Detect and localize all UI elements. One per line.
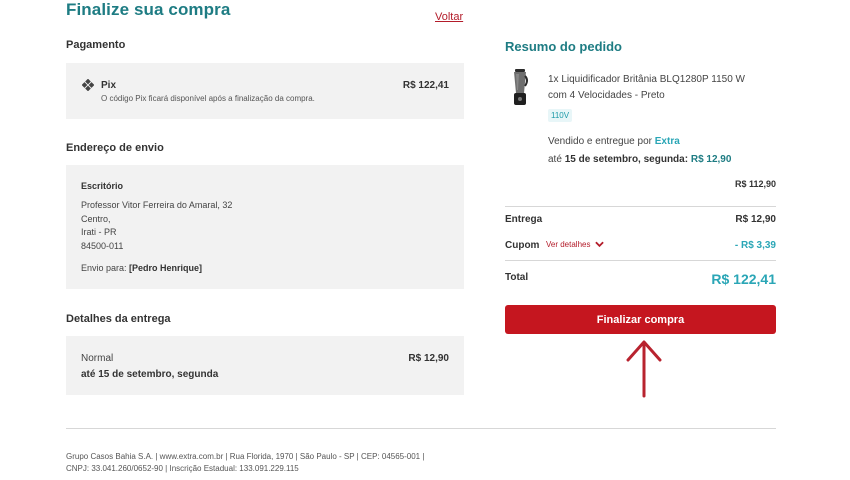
pix-icon <box>82 79 94 91</box>
summary-title: Resumo do pedido <box>505 39 622 54</box>
product-delivery-price: R$ 12,90 <box>690 154 732 165</box>
product-name-line2: com 4 Velocidades - Preto <box>548 90 665 101</box>
seller-name[interactable]: Extra <box>655 136 680 147</box>
product-name-line1: 1x Liquidificador Britânia BLQ1280P 1150… <box>548 74 745 85</box>
payment-method-note: O código Pix ficará disponível após a fi… <box>101 94 315 103</box>
product-name[interactable]: 1x Liquidificador Britânia BLQ1280P 1150… <box>548 72 776 104</box>
delivery-type: Normal <box>81 353 114 364</box>
footer-line2: CNPJ: 33.041.260/0652-90 | Inscrição Est… <box>66 464 299 473</box>
ship-to-name: [Pedro Henrique] <box>129 263 203 273</box>
address-street: Professor Vitor Ferreira do Amaral, 32 <box>81 200 233 210</box>
page-title: Finalize sua compra <box>66 0 231 19</box>
delivery-option-card[interactable]: Normal até 15 de setembro, segunda R$ 12… <box>66 336 464 395</box>
delivery-section-title: Detalhes da entrega <box>66 313 171 325</box>
footer-divider <box>66 428 776 429</box>
product-thumbnail[interactable] <box>509 68 531 106</box>
back-link[interactable]: Voltar <box>435 11 463 23</box>
sold-by-prefix: Vendido e entregue por <box>548 136 652 147</box>
delivery-prefix: até <box>548 154 562 165</box>
total-label: Total <box>505 272 529 283</box>
total-value: R$ 122,41 <box>711 271 776 287</box>
product-delivery-date: 15 de setembro, segunda: <box>564 154 689 165</box>
ship-to: Envio para: [Pedro Henrique] <box>81 263 202 273</box>
shipping-label: Entrega <box>505 214 543 225</box>
sold-by: Vendido e entregue por Extra <box>548 136 680 147</box>
coupon-details-toggle[interactable]: Ver detalhes <box>546 240 604 249</box>
coupon-details-label: Ver detalhes <box>546 240 591 249</box>
address-zip: 84500-011 <box>81 241 124 251</box>
coupon-label: Cupom <box>505 240 540 251</box>
product-price: R$ 112,90 <box>734 179 776 189</box>
address-district: Centro, <box>81 214 111 224</box>
delivery-date: até 15 de setembro, segunda <box>81 369 219 380</box>
shipping-address-card[interactable]: Escritório Professor Vitor Ferreira do A… <box>66 165 464 289</box>
divider <box>505 206 776 207</box>
address-label: Escritório <box>81 181 124 191</box>
ship-to-label: Envio para: <box>81 263 127 273</box>
product-delivery-estimate: até 15 de setembro, segunda: R$ 12,90 <box>548 154 731 165</box>
address-city: Irati - PR <box>81 227 117 237</box>
shipping-value: R$ 12,90 <box>735 214 776 225</box>
delivery-price: R$ 12,90 <box>408 353 449 364</box>
footer-line1: Grupo Casos Bahia S.A. | www.extra.com.b… <box>66 452 425 461</box>
payment-method-name: Pix <box>101 80 117 91</box>
checkout-button[interactable]: Finalizar compra <box>505 305 776 334</box>
shipping-address-section-title: Endereço de envio <box>66 142 164 154</box>
payment-amount: R$ 122,41 <box>402 80 449 91</box>
coupon-value: - R$ 3,39 <box>734 240 776 251</box>
voltage-badge: 110V <box>548 109 573 122</box>
footer: Grupo Casos Bahia S.A. | www.extra.com.b… <box>66 451 456 475</box>
payment-method-card[interactable]: Pix O código Pix ficará disponível após … <box>66 63 464 119</box>
up-arrow-annotation <box>626 340 662 398</box>
chevron-down-icon <box>594 242 604 248</box>
divider <box>505 260 776 261</box>
payment-section-title: Pagamento <box>66 39 126 51</box>
